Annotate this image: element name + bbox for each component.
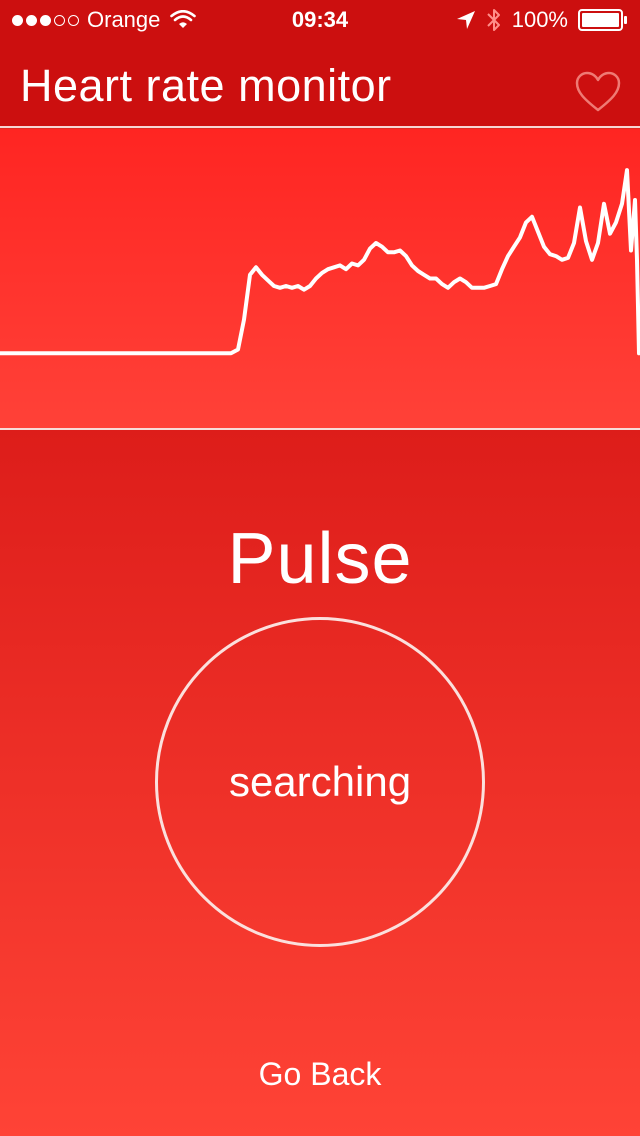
signal-dot xyxy=(54,14,65,26)
battery-percentage: 100% xyxy=(511,7,568,32)
carrier-name: Orange xyxy=(87,7,161,32)
heart-rate-series-line xyxy=(0,168,640,356)
signal-dot xyxy=(12,14,23,26)
bluetooth-icon xyxy=(487,9,500,31)
heart-outline-icon[interactable] xyxy=(574,70,622,114)
go-back-button[interactable]: Go Back xyxy=(0,1056,640,1093)
status-left: Orange xyxy=(12,0,197,40)
pulse-status-text: searching xyxy=(228,758,412,805)
heart-rate-chart-svg xyxy=(0,168,640,356)
nav-bar: Heart rate monitor xyxy=(0,40,640,128)
main-area: Pulse searching Go Back xyxy=(0,430,640,1136)
page-title: Heart rate monitor xyxy=(20,60,392,111)
location-arrow-icon xyxy=(456,11,475,29)
battery-icon xyxy=(578,9,627,31)
signal-dot xyxy=(68,14,79,26)
pulse-title: Pulse xyxy=(227,519,413,599)
status-right: 100% xyxy=(456,0,628,40)
wifi-icon xyxy=(170,10,197,28)
pulse-circle: searching xyxy=(155,617,485,947)
status-bar: Orange 09:34 100% xyxy=(0,0,640,40)
signal-dot xyxy=(26,14,37,26)
heart-rate-chart xyxy=(0,129,640,428)
signal-dot xyxy=(40,14,51,26)
signal-strength-icon xyxy=(12,14,79,26)
